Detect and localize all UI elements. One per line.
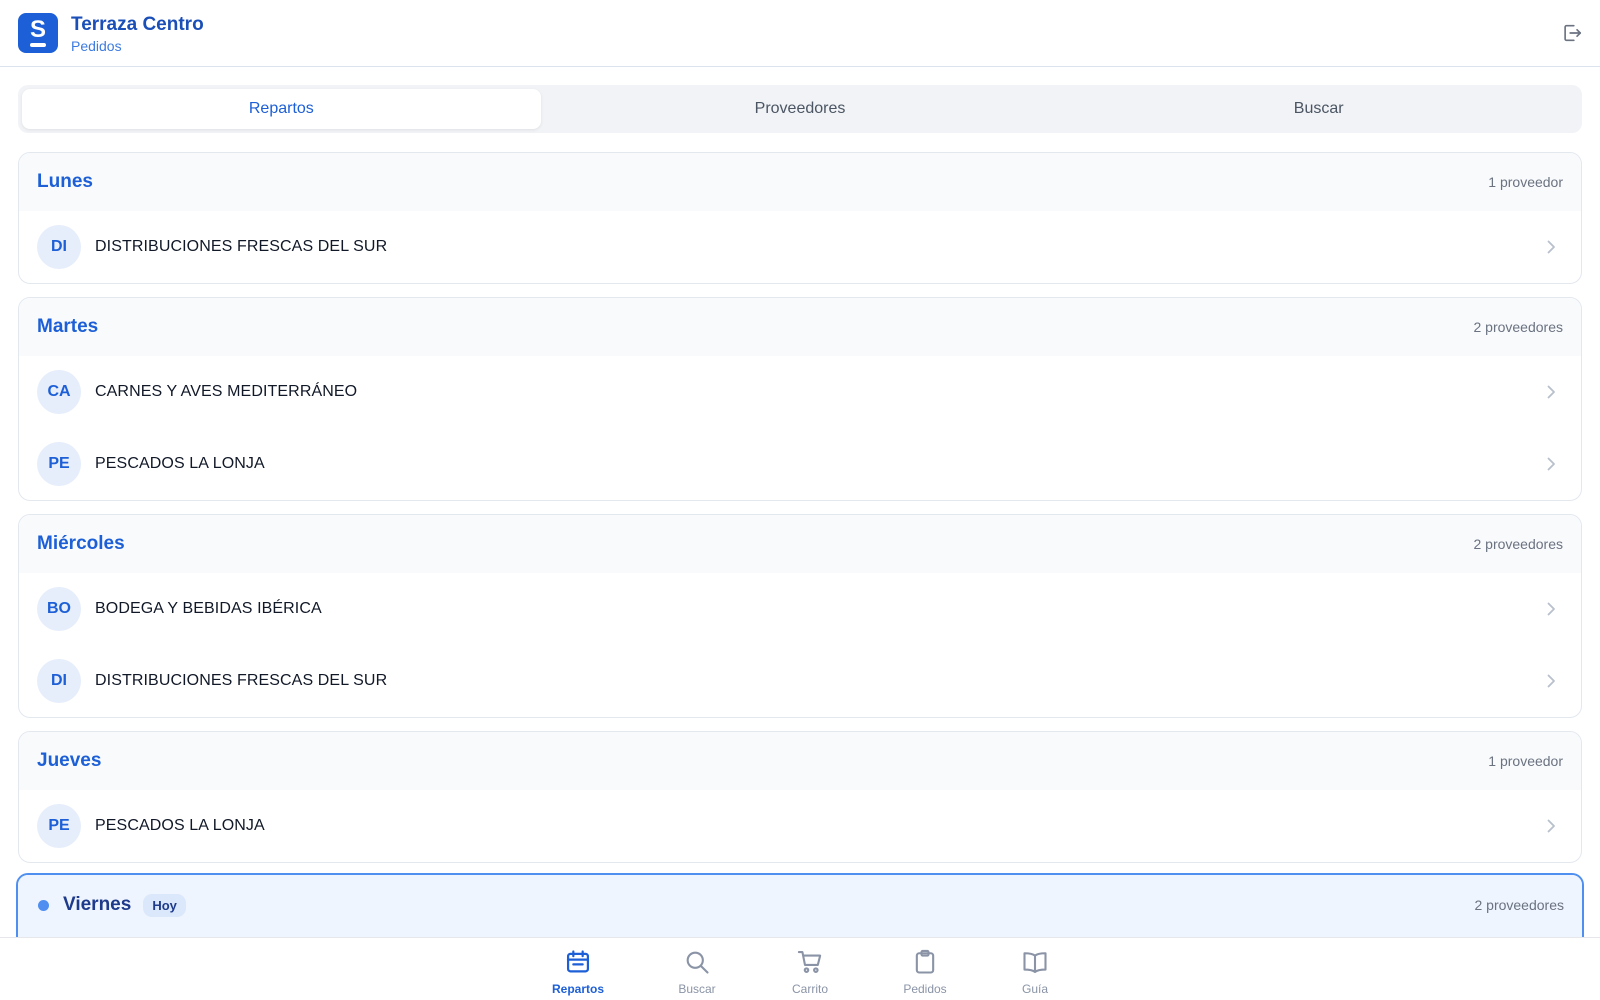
- day-name: Jueves: [37, 750, 102, 771]
- search-icon: [686, 951, 709, 974]
- supplier-name: BODEGA Y BEBIDAS IBÉRICA: [95, 600, 322, 617]
- day-header: Lunes 1 proveedor: [19, 153, 1581, 211]
- supplier-avatar: CA: [37, 370, 81, 414]
- supplier-row[interactable]: PE PESCADOS LA LONJA: [19, 790, 1581, 862]
- chevron-right-icon: [1547, 240, 1555, 254]
- chevron-right-icon: [1547, 457, 1555, 471]
- supplier-count: 2 proveedores: [1473, 536, 1563, 552]
- cart-icon: [797, 951, 822, 973]
- logo-letter: S: [29, 16, 46, 43]
- supplier-avatar: DI: [37, 225, 81, 269]
- nav-pedidos[interactable]: Pedidos: [880, 948, 970, 996]
- tab-proveedores[interactable]: Proveedores: [541, 89, 1060, 129]
- nav-label: Carrito: [791, 982, 828, 996]
- supplier-count: 2 proveedores: [1473, 319, 1563, 335]
- chevron-right-icon: [1547, 819, 1555, 833]
- supplier-avatar: DI: [37, 659, 81, 703]
- tab-repartos[interactable]: Repartos: [22, 89, 541, 129]
- day-name: Lunes: [37, 171, 93, 192]
- supplier-name: DISTRIBUCIONES FRESCAS DEL SUR: [95, 238, 388, 255]
- nav-label: Buscar: [678, 982, 716, 996]
- app-logo: S: [18, 13, 58, 53]
- day-card-lunes: Lunes 1 proveedor DI DISTRIBUCIONES FRES…: [18, 152, 1582, 284]
- app-title: Terraza Centro: [71, 14, 204, 35]
- supplier-name: PESCADOS LA LONJA: [95, 455, 265, 472]
- segmented-tabs: Repartos Proveedores Buscar: [18, 85, 1582, 133]
- book-icon: [1023, 952, 1047, 973]
- supplier-name: PESCADOS LA LONJA: [95, 817, 265, 834]
- supplier-row[interactable]: DI DISTRIBUCIONES FRESCAS DEL SUR: [19, 211, 1581, 283]
- chevron-right-icon: [1547, 385, 1555, 399]
- nav-label: Pedidos: [903, 982, 947, 996]
- day-card-martes: Martes 2 proveedores CA CARNES Y AVES ME…: [18, 297, 1582, 501]
- supplier-row[interactable]: DI DISTRIBUCIONES FRESCAS DEL SUR: [19, 645, 1581, 717]
- supplier-avatar: PE: [37, 442, 81, 486]
- supplier-name: DISTRIBUCIONES FRESCAS DEL SUR: [95, 672, 388, 689]
- nav-buscar[interactable]: Buscar: [652, 948, 742, 996]
- day-name: Viernes: [63, 894, 132, 915]
- chevron-right-icon: [1547, 602, 1555, 616]
- supplier-avatar: PE: [37, 804, 81, 848]
- supplier-avatar: BO: [37, 587, 81, 631]
- day-header: Jueves 1 proveedor: [19, 732, 1581, 790]
- today-badge: Hoy: [143, 893, 186, 917]
- supplier-count: 1 proveedor: [1488, 753, 1563, 769]
- clipboard-icon: [915, 949, 935, 974]
- day-header: Miércoles 2 proveedores: [19, 515, 1581, 573]
- logout-icon[interactable]: [1561, 22, 1583, 44]
- supplier-count: 2 proveedores: [1474, 897, 1564, 913]
- logo-bar: [30, 43, 46, 47]
- calendar-icon: [566, 950, 590, 973]
- day-header: Viernes Hoy 2 proveedores: [18, 875, 1582, 935]
- nav-carrito[interactable]: Carrito: [765, 948, 855, 996]
- supplier-row[interactable]: PE PESCADOS LA LONJA: [19, 428, 1581, 500]
- day-card-miercoles: Miércoles 2 proveedores BO BODEGA Y BEBI…: [18, 514, 1582, 718]
- app-subtitle: Pedidos: [71, 38, 122, 54]
- day-name: Martes: [37, 316, 99, 337]
- chevron-right-icon: [1547, 674, 1555, 688]
- supplier-count: 1 proveedor: [1488, 174, 1563, 190]
- supplier-row[interactable]: BO BODEGA Y BEBIDAS IBÉRICA: [19, 573, 1581, 645]
- day-name: Miércoles: [37, 533, 125, 554]
- nav-guia[interactable]: Guía: [990, 948, 1080, 996]
- supplier-name: CARNES Y AVES MEDITERRÁNEO: [95, 383, 358, 400]
- nav-repartos[interactable]: Repartos: [533, 948, 623, 996]
- nav-label: Guía: [1021, 982, 1048, 996]
- day-card-jueves: Jueves 1 proveedor PE PESCADOS LA LONJA: [18, 731, 1582, 863]
- day-header: Martes 2 proveedores: [19, 298, 1581, 356]
- tab-buscar[interactable]: Buscar: [1059, 89, 1578, 129]
- bottom-nav: Repartos Buscar Carrito Pedidos Guía: [0, 937, 1600, 1000]
- app-header: S Terraza Centro Pedidos: [0, 0, 1600, 67]
- supplier-row[interactable]: CA CARNES Y AVES MEDITERRÁNEO: [19, 356, 1581, 428]
- nav-label: Repartos: [551, 982, 604, 996]
- today-dot: [38, 899, 49, 911]
